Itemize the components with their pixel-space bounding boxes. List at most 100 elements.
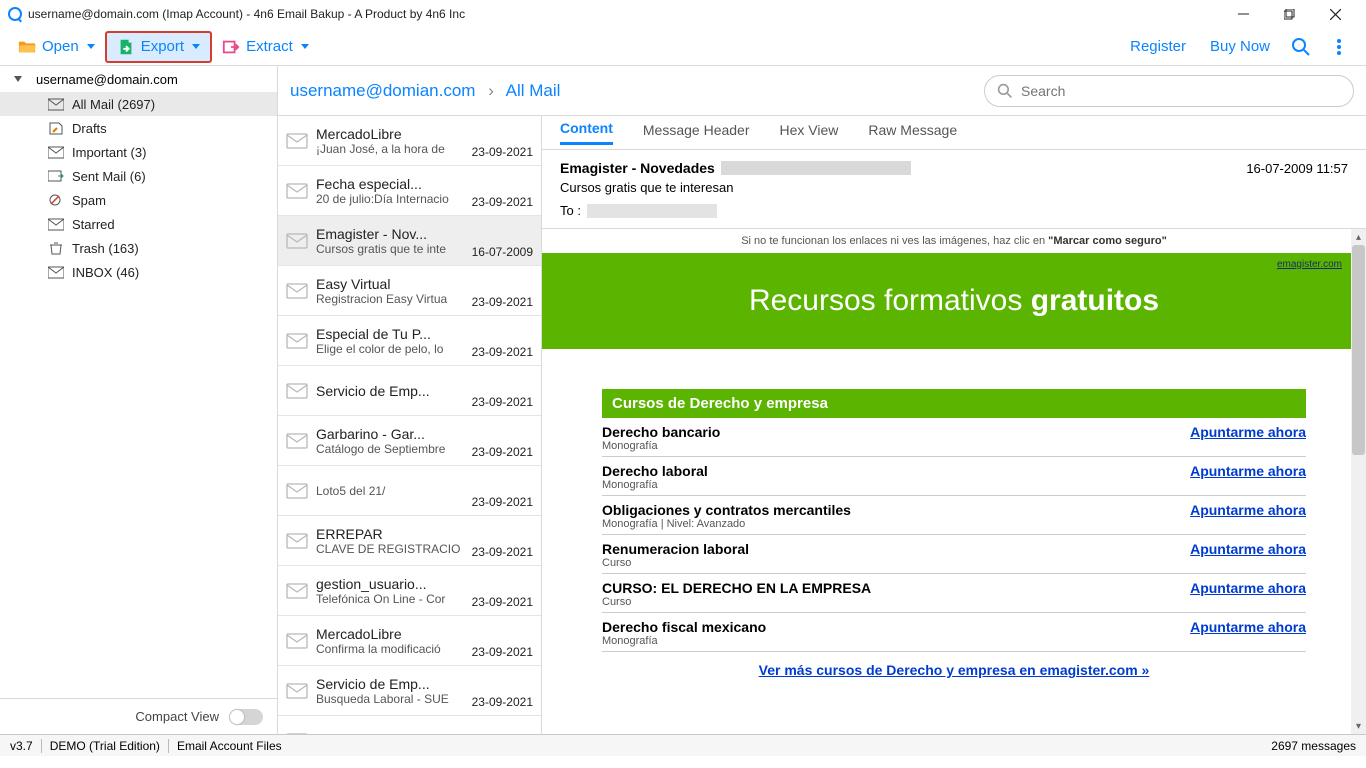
envelope-icon <box>286 233 308 249</box>
folder-item[interactable]: Drafts <box>0 116 277 140</box>
message-subject: Garbarino - Gar... <box>316 426 464 442</box>
course-signup-link[interactable]: Apuntarme ahora <box>1190 619 1306 635</box>
message-subject: ERREPAR <box>316 526 464 542</box>
more-courses-link[interactable]: Ver más cursos de Derecho y empresa en e… <box>602 662 1306 678</box>
course-signup-link[interactable]: Apuntarme ahora <box>1190 580 1306 596</box>
maximize-button[interactable] <box>1266 0 1312 28</box>
export-button[interactable]: Export <box>105 31 212 63</box>
course-title: Derecho laboral <box>602 463 1190 479</box>
folder-item[interactable]: Spam <box>0 188 277 212</box>
message-item[interactable]: ERREPARCLAVE DE REGISTRACIO23-09-2021 <box>278 516 541 566</box>
course-subtitle: Monografía <box>602 440 1190 452</box>
extract-button[interactable]: Extract <box>212 33 319 61</box>
course-row: Renumeracion laboralCursoApuntarme ahora <box>602 535 1306 574</box>
course-signup-link[interactable]: Apuntarme ahora <box>1190 502 1306 518</box>
search-button[interactable] <box>1282 28 1320 66</box>
status-version: v3.7 <box>10 739 33 753</box>
search-icon <box>997 83 1013 99</box>
message-list[interactable]: MercadoLibre¡Juan José, a la hora de23-0… <box>278 116 542 734</box>
folder-label: Sent Mail (6) <box>72 169 146 184</box>
mail-body[interactable]: Si no te funcionan los enlaces ni ves la… <box>542 229 1366 734</box>
tab-message-header[interactable]: Message Header <box>643 122 750 144</box>
section-header: Cursos de Derecho y empresa <box>602 389 1306 418</box>
message-item[interactable]: Fecha especial...20 de julio:Día Interna… <box>278 166 541 216</box>
message-date: 23-09-2021 <box>472 395 533 415</box>
message-item[interactable]: Servicio de Emp...Busqueda Laboral - SUE… <box>278 666 541 716</box>
course-title: Renumeracion laboral <box>602 541 1190 557</box>
status-bar: v3.7 DEMO (Trial Edition) Email Account … <box>0 734 1366 756</box>
caret-down-icon <box>87 44 95 49</box>
message-item[interactable]: Emagister - Nov...Cursos gratis que te i… <box>278 216 541 266</box>
message-preview: Telefónica On Line - Cor <box>316 592 464 606</box>
folder-item[interactable]: Sent Mail (6) <box>0 164 277 188</box>
buy-now-link[interactable]: Buy Now <box>1198 33 1282 60</box>
folder-label: Starred <box>72 217 115 232</box>
caret-down-icon <box>192 44 200 49</box>
message-subject: MercadoLibre <box>316 126 464 142</box>
tab-content[interactable]: Content <box>560 120 613 145</box>
envelope-icon <box>286 383 308 399</box>
more-button[interactable] <box>1320 28 1358 66</box>
message-item[interactable]: gestion_usuario...Telefónica On Line - C… <box>278 566 541 616</box>
scrollbar-thumb[interactable] <box>1352 245 1365 455</box>
folder-item[interactable]: Important (3) <box>0 140 277 164</box>
folder-item[interactable]: All Mail (2697) <box>0 92 277 116</box>
minimize-button[interactable] <box>1220 0 1266 28</box>
scroll-up-icon[interactable]: ▴ <box>1351 229 1366 245</box>
folder-open-icon <box>18 38 36 56</box>
folder-item[interactable]: INBOX (46) <box>0 260 277 284</box>
message-date: 23-09-2021 <box>472 495 533 515</box>
message-preview: Registracion Easy Virtua <box>316 292 464 306</box>
message-preview: Loto5 del 21/ <box>316 484 464 498</box>
envelope-icon <box>286 533 308 549</box>
folder-item[interactable]: Starred <box>0 212 277 236</box>
folder-label: All Mail (2697) <box>72 97 155 112</box>
account-row[interactable]: username@domain.com <box>0 66 277 92</box>
message-subject: Especial de Tu P... <box>316 326 464 342</box>
tab-hex-view[interactable]: Hex View <box>780 122 839 144</box>
envelope-icon <box>286 483 308 499</box>
message-item[interactable]: Servicio de Emp...23-09-2021 <box>278 366 541 416</box>
message-preview: 20 de julio:Día Internacio <box>316 192 464 206</box>
close-button[interactable] <box>1312 0 1358 28</box>
message-date: 23-09-2021 <box>472 695 533 715</box>
emagister-logo: emagister.com <box>1277 259 1342 270</box>
message-item[interactable]: Easy VirtualRegistracion Easy Virtua 23-0… <box>278 266 541 316</box>
status-edition: DEMO (Trial Edition) <box>50 739 160 753</box>
message-date: 23-09-2021 <box>472 295 533 315</box>
message-date: 23-09-2021 <box>472 195 533 215</box>
search-box[interactable] <box>984 75 1354 107</box>
message-subject: Easy Virtual <box>316 276 464 292</box>
message-item[interactable]: MercadoLibre¡Juan José, a la hora de23-0… <box>278 116 541 166</box>
message-subject: Emagister - Nov... <box>316 226 464 242</box>
vertical-scrollbar[interactable]: ▴ ▾ <box>1351 229 1366 734</box>
folder-item[interactable]: Trash (163) <box>0 236 277 260</box>
breadcrumb[interactable]: username@domian.com › All Mail <box>290 81 560 101</box>
message-item[interactable]: tarjeta@tupara <box>278 716 541 734</box>
compact-view-toggle[interactable] <box>229 709 263 725</box>
envelope-icon <box>286 333 308 349</box>
message-item[interactable]: MercadoLibreConfirma la modificació23-09… <box>278 616 541 666</box>
course-signup-link[interactable]: Apuntarme ahora <box>1190 463 1306 479</box>
status-source: Email Account Files <box>177 739 282 753</box>
search-input[interactable] <box>1021 83 1341 99</box>
message-date: 23-09-2021 <box>472 445 533 465</box>
folder-icon <box>48 170 64 182</box>
message-item[interactable]: Loto5 del 21/23-09-2021 <box>278 466 541 516</box>
preview-tabs: Content Message Header Hex View Raw Mess… <box>542 116 1366 150</box>
scroll-down-icon[interactable]: ▾ <box>1351 718 1366 734</box>
message-preview: CLAVE DE REGISTRACIO <box>316 542 464 556</box>
breadcrumb-account: username@domian.com <box>290 81 475 100</box>
folder-icon <box>48 122 64 134</box>
course-signup-link[interactable]: Apuntarme ahora <box>1190 541 1306 557</box>
message-item[interactable]: Garbarino - Gar...Catálogo de Septiembre… <box>278 416 541 466</box>
message-item[interactable]: Especial de Tu P...Elige el color de pel… <box>278 316 541 366</box>
envelope-icon <box>286 183 308 199</box>
register-link[interactable]: Register <box>1118 33 1198 60</box>
course-signup-link[interactable]: Apuntarme ahora <box>1190 424 1306 440</box>
open-button[interactable]: Open <box>8 33 105 61</box>
tab-raw-message[interactable]: Raw Message <box>868 122 957 144</box>
window-title: username@domain.com (Imap Account) - 4n6… <box>28 7 465 21</box>
compact-view-row: Compact View <box>0 698 277 734</box>
title-bar: username@domain.com (Imap Account) - 4n6… <box>0 0 1366 28</box>
